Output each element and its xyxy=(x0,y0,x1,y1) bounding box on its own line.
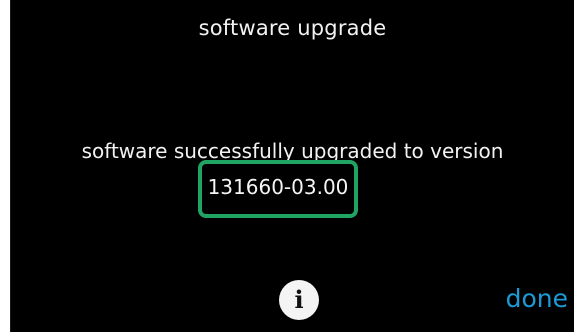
info-icon: i xyxy=(294,285,304,314)
thermostat-screen: software upgrade software successfully u… xyxy=(10,0,574,332)
version-number: 131660-03.00 xyxy=(207,175,349,199)
done-button[interactable]: done xyxy=(506,284,568,313)
page-title: software upgrade xyxy=(198,16,387,40)
info-button[interactable]: i xyxy=(279,280,319,320)
